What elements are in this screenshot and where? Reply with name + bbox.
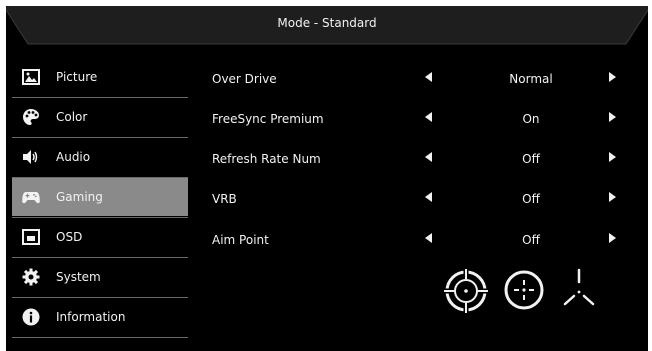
- setting-value[interactable]: Off: [466, 233, 596, 247]
- sidebar-item-label: Information: [56, 310, 126, 324]
- sidebar-item-label: Picture: [56, 70, 98, 84]
- sidebar-item-label: Gaming: [56, 190, 103, 204]
- osd-menu: Mode - Standard Picture Color Audio Gami…: [6, 6, 648, 351]
- sidebar-item-gaming[interactable]: Gaming: [12, 178, 188, 216]
- sidebar-item-system[interactable]: System: [12, 258, 188, 296]
- setting-row-freesync: FreeSync Premium On: [212, 108, 622, 132]
- sidebar-item-label: OSD: [56, 230, 83, 244]
- setting-label: FreeSync Premium: [212, 112, 324, 126]
- page-title: Mode - Standard: [277, 16, 377, 30]
- sidebar-item-audio[interactable]: Audio: [12, 138, 188, 176]
- setting-value[interactable]: On: [466, 112, 596, 126]
- sidebar-item-osd[interactable]: OSD: [12, 218, 188, 256]
- arrow-right-icon[interactable]: [609, 152, 616, 162]
- arrow-left-icon[interactable]: [425, 192, 432, 202]
- picture-icon: [22, 69, 40, 85]
- setting-label: Aim Point: [212, 233, 269, 247]
- arrow-right-icon[interactable]: [609, 233, 616, 243]
- arrow-left-icon[interactable]: [425, 112, 432, 122]
- gear-icon: [22, 268, 40, 286]
- arrow-left-icon[interactable]: [425, 152, 432, 162]
- setting-row-vrb: VRB Off: [212, 188, 622, 212]
- arrow-right-icon[interactable]: [609, 72, 616, 82]
- setting-label: Over Drive: [212, 72, 277, 86]
- crosshair-tripod-icon[interactable]: [557, 266, 601, 310]
- setting-row-aim-point: Aim Point Off: [212, 229, 622, 253]
- setting-value[interactable]: Off: [466, 152, 596, 166]
- gamepad-icon: [22, 192, 40, 204]
- arrow-right-icon[interactable]: [609, 112, 616, 122]
- sidebar-item-picture[interactable]: Picture: [12, 58, 188, 96]
- arrow-left-icon[interactable]: [425, 72, 432, 82]
- setting-value[interactable]: Off: [466, 192, 596, 206]
- sidebar-item-label: Color: [56, 110, 88, 124]
- arrow-left-icon[interactable]: [425, 233, 432, 243]
- divider: [12, 337, 188, 338]
- speaker-icon: [23, 150, 38, 164]
- crosshair-circle-icon[interactable]: [502, 266, 546, 310]
- arrow-right-icon[interactable]: [609, 192, 616, 202]
- crosshair-ring-icon[interactable]: [441, 266, 491, 316]
- header-bar: Mode - Standard: [6, 6, 648, 46]
- osd-icon: [22, 229, 40, 245]
- setting-label: VRB: [212, 192, 237, 206]
- sidebar-item-label: Audio: [56, 150, 91, 164]
- setting-label: Refresh Rate Num: [212, 152, 321, 166]
- setting-row-refresh-rate-num: Refresh Rate Num Off: [212, 148, 622, 172]
- sidebar-item-color[interactable]: Color: [12, 98, 188, 136]
- sidebar-item-information[interactable]: Information: [12, 298, 188, 336]
- info-icon: [22, 308, 40, 326]
- setting-row-over-drive: Over Drive Normal: [212, 68, 622, 92]
- sidebar-item-label: System: [56, 270, 101, 284]
- setting-value[interactable]: Normal: [466, 72, 596, 86]
- palette-icon: [23, 109, 39, 125]
